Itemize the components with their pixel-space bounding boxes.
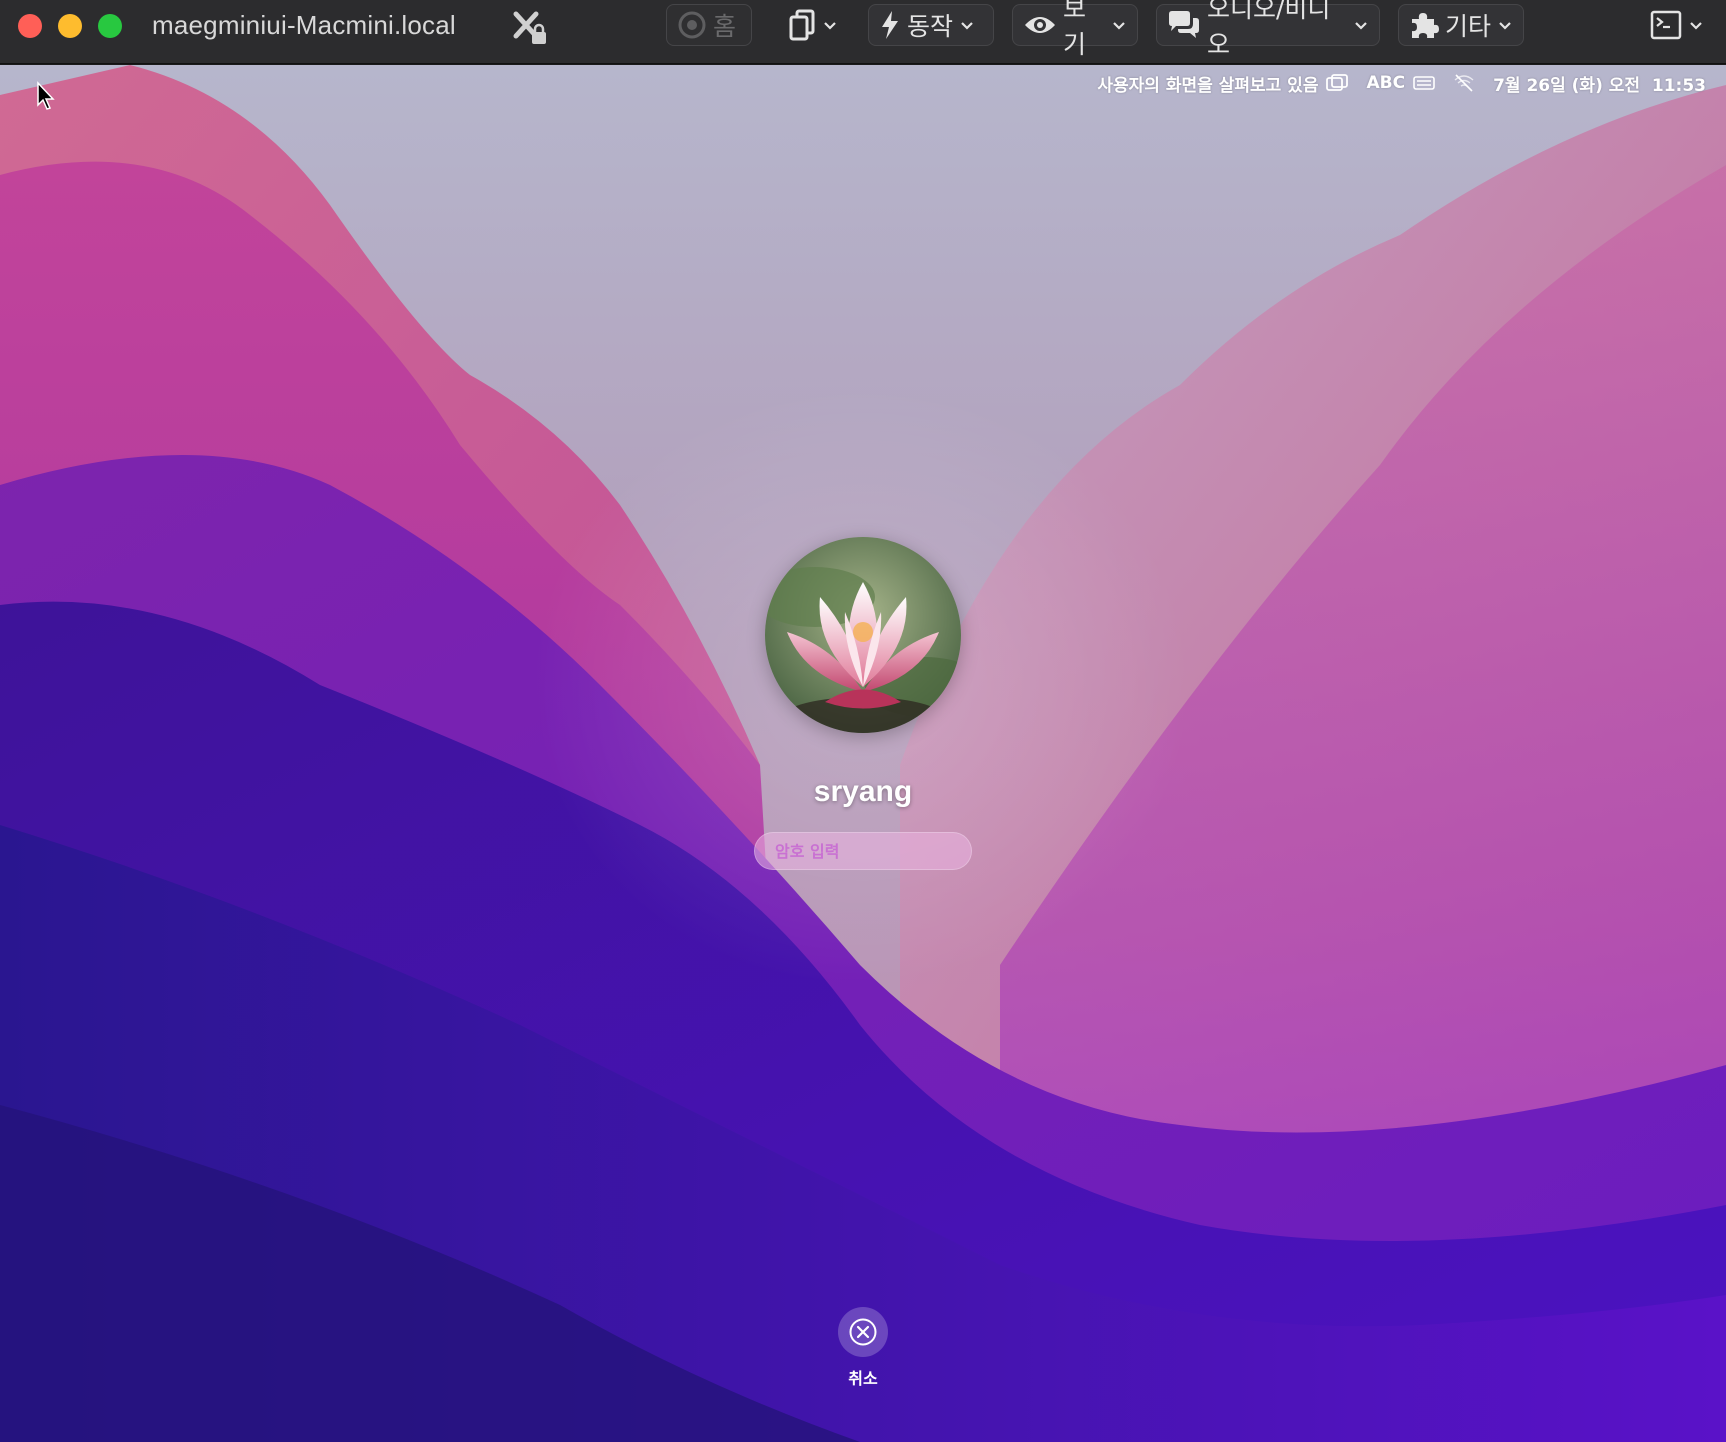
home-spinner-icon (678, 11, 706, 39)
chevron-down-icon (961, 22, 973, 30)
lotus-flower-picture (765, 537, 961, 733)
more-label: 기타 (1445, 12, 1492, 41)
window-titlebar: maegminiui-Macmini.local 홈 동작 보기 오디오/비디오… (0, 0, 1726, 64)
wallpaper (0, 65, 1726, 1442)
cancel-label: 취소 (848, 1369, 878, 1388)
password-input[interactable] (773, 840, 953, 862)
home-label: 홈 (713, 12, 737, 41)
more-menu-button[interactable]: 기타 (1398, 4, 1524, 46)
screen-sharing-status[interactable]: 사용자의 화면을 살펴보고 있음 (1097, 71, 1349, 96)
terminal-window-icon (1650, 10, 1682, 40)
mouse-cursor-icon (37, 81, 55, 110)
chevron-down-icon (1113, 22, 1125, 30)
close-circle-icon (849, 1318, 877, 1346)
audio-video-label: 오디오/비디오 (1207, 0, 1331, 59)
clipboard-menu-button[interactable] (778, 4, 844, 46)
remote-screen[interactable]: 사용자의 화면을 살펴보고 있음 ABC 7월 26일 (화) 오전 11:53 (0, 65, 1726, 1442)
clock[interactable]: 7월 26일 (화) 오전 11:53 (1493, 71, 1706, 96)
view-menu-button[interactable]: 보기 (1012, 0, 1138, 59)
chevron-down-icon (1355, 22, 1367, 30)
input-source-label: ABC (1366, 73, 1406, 93)
cancel-button[interactable] (838, 1307, 888, 1357)
user-avatar[interactable] (765, 537, 961, 733)
wifi-off-icon (1454, 74, 1474, 92)
chevron-down-icon (1499, 22, 1511, 30)
remote-menubar: 사용자의 화면을 살펴보고 있음 ABC 7월 26일 (화) 오전 11:53 (0, 65, 1726, 101)
audio-video-menu-button[interactable]: 오디오/비디오 (1156, 0, 1380, 59)
clock-text: 7월 26일 (화) 오전 11:53 (1493, 75, 1706, 96)
screen-sharing-icon (1326, 74, 1349, 91)
input-source-menu[interactable]: ABC (1366, 73, 1435, 93)
terminal-menu-button[interactable] (1640, 4, 1712, 46)
maximize-window-button[interactable] (98, 14, 122, 38)
password-field[interactable] (754, 832, 972, 870)
chat-bubbles-icon (1169, 11, 1199, 38)
lightning-icon (882, 11, 898, 39)
clipboard-icon (789, 9, 815, 41)
wifi-menu[interactable] (1453, 74, 1475, 92)
home-button[interactable]: 홈 (666, 4, 752, 46)
username-label: sryang (813, 775, 913, 808)
actions-menu-button[interactable]: 동작 (868, 4, 994, 46)
chevron-down-icon (824, 22, 836, 30)
keyboard-icon (1413, 76, 1435, 90)
screen-sharing-status-text: 사용자의 화면을 살펴보고 있음 (1097, 75, 1319, 96)
window-title: maegminiui-Macmini.local (152, 10, 456, 40)
chevron-down-icon (1690, 22, 1702, 30)
disconnect-lock-icon[interactable] (510, 8, 550, 48)
minimize-window-button[interactable] (58, 14, 82, 38)
view-label: 보기 (1063, 0, 1087, 59)
close-window-button[interactable] (18, 14, 42, 38)
eye-icon (1025, 17, 1055, 33)
actions-label: 동작 (907, 12, 954, 41)
puzzle-piece-icon (1412, 13, 1439, 38)
